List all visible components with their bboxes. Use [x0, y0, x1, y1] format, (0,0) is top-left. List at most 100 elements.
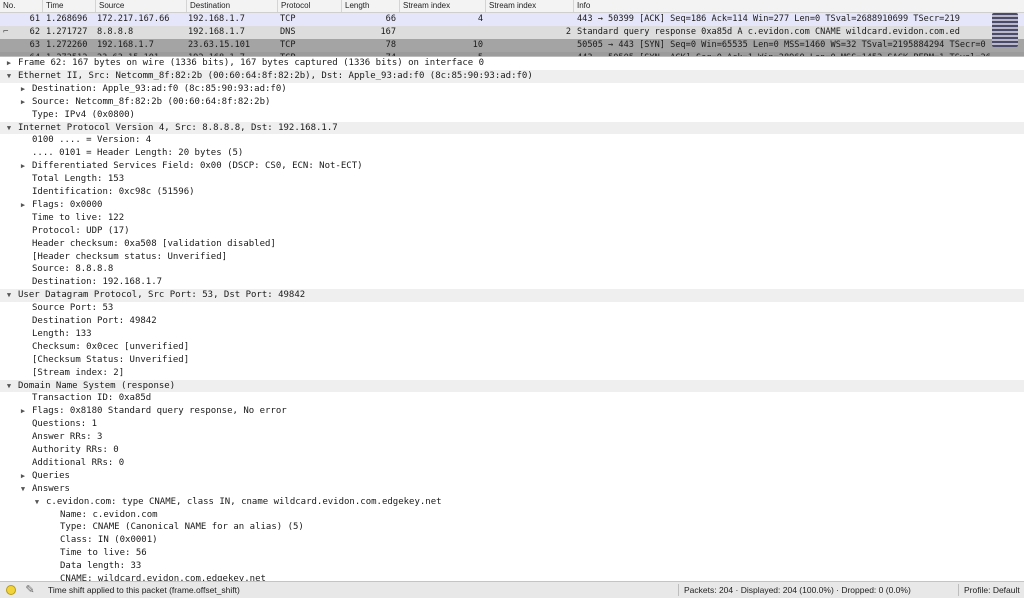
- expand-arrow-icon[interactable]: ▶: [18, 96, 28, 109]
- tree-item[interactable]: Total Length: 153: [0, 173, 1024, 186]
- column-header-length[interactable]: Length: [341, 0, 399, 12]
- tree-item[interactable]: ▶ Destination: Apple_93:ad:f0 (8c:85:90:9…: [0, 83, 1024, 96]
- collapse-arrow-icon[interactable]: ▼: [32, 496, 42, 509]
- tree-item[interactable]: 0100 .... = Version: 4: [0, 134, 1024, 147]
- expand-arrow-icon[interactable]: ▶: [18, 199, 28, 212]
- tree-item[interactable]: Class: IN (0x0001): [0, 534, 1024, 547]
- packet-cell-time: 1.271727: [46, 27, 88, 37]
- tree-item-text: Ethernet II, Src: Netcomm_8f:82:2b (00:6…: [18, 70, 533, 81]
- collapse-arrow-icon[interactable]: ▼: [4, 70, 14, 83]
- expand-arrow-icon[interactable]: ▶: [18, 470, 28, 483]
- tree-item[interactable]: Data length: 33: [0, 560, 1024, 573]
- tree-item[interactable]: Header checksum: 0xa508 [validation disa…: [0, 238, 1024, 251]
- tree-item[interactable]: Checksum: 0x0cec [unverified]: [0, 341, 1024, 354]
- tree-item[interactable]: Destination: 192.168.1.7: [0, 276, 1024, 289]
- tree-item[interactable]: Additional RRs: 0: [0, 457, 1024, 470]
- tree-item[interactable]: Answer RRs: 3: [0, 431, 1024, 444]
- profile-selector[interactable]: Profile: Default: [964, 582, 1020, 598]
- packet-cell-len: 78: [385, 40, 396, 50]
- tree-item-text: [Checksum Status: Unverified]: [32, 354, 190, 365]
- status-message: Time shift applied to this packet (frame…: [48, 585, 240, 595]
- status-bar: ✎ Time shift applied to this packet (fra…: [0, 581, 1024, 598]
- column-header-protocol[interactable]: Protocol: [277, 0, 341, 12]
- packet-list-scrollbar[interactable]: [992, 13, 1018, 47]
- packet-list[interactable]: No. Time Source Destination Protocol Len…: [0, 0, 1024, 57]
- tree-item[interactable]: ▶ Flags: 0x0000: [0, 199, 1024, 212]
- column-header-no[interactable]: No.: [0, 0, 42, 12]
- packet-row[interactable]: ⌐ 62 1.271727 8.8.8.8 192.168.1.7 DNS 167 2 Stan…: [0, 26, 1024, 39]
- tree-item[interactable]: ▼ c.evidon.com: type CNAME, class IN, cna…: [0, 496, 1024, 509]
- tree-item[interactable]: .... 0101 = Header Length: 20 bytes (5): [0, 147, 1024, 160]
- tree-section-header[interactable]: ▼ Internet Protocol Version 4, Src: 8.8.8…: [0, 121, 1024, 135]
- packet-cell-src: 172.217.167.66: [97, 14, 170, 24]
- tree-item[interactable]: Time to live: 122: [0, 212, 1024, 225]
- packet-cell-stream1: 10: [472, 40, 483, 50]
- tree-item[interactable]: ▶ Queries: [0, 470, 1024, 483]
- tree-item[interactable]: ▶ Frame 62: 167 bytes on wire (1336 bits)…: [0, 57, 1024, 70]
- expand-arrow-icon[interactable]: ▶: [18, 160, 28, 173]
- packet-list-header: No. Time Source Destination Protocol Len…: [0, 0, 1024, 13]
- expand-arrow-icon[interactable]: ▶: [18, 83, 28, 96]
- tree-item[interactable]: ▶ Differentiated Services Field: 0x00 (DS…: [0, 160, 1024, 173]
- tree-item[interactable]: Protocol: UDP (17): [0, 225, 1024, 238]
- tree-item-text: Total Length: 153: [32, 174, 125, 185]
- tree-item-text: Source: Netcomm_8f:82:2b (00:60:64:8f:82…: [32, 96, 271, 107]
- collapse-arrow-icon[interactable]: ▼: [4, 289, 14, 302]
- tree-item[interactable]: Name: c.evidon.com: [0, 509, 1024, 522]
- tree-item[interactable]: [Stream index: 2]: [0, 367, 1024, 380]
- tree-item-text: Name: c.evidon.com: [60, 509, 158, 520]
- collapse-arrow-icon[interactable]: ▼: [18, 483, 28, 496]
- tree-item-text: Identification: 0xc98c (51596): [32, 187, 195, 197]
- tree-item-text: c.evidon.com: type CNAME, class IN, cnam…: [46, 496, 442, 507]
- collapse-arrow-icon[interactable]: ▼: [4, 380, 14, 393]
- packet-cell-time: 1.268696: [46, 14, 88, 24]
- column-header-time[interactable]: Time: [42, 0, 95, 12]
- tree-item[interactable]: Length: 133: [0, 328, 1024, 341]
- packet-row[interactable]: 61 1.268696 172.217.167.66 192.168.1.7 TCP 66…: [0, 13, 1024, 26]
- tree-section-header[interactable]: ▼ User Datagram Protocol, Src Port: 53, D…: [0, 289, 1024, 303]
- tree-item[interactable]: [Checksum Status: Unverified]: [0, 354, 1024, 367]
- collapse-arrow-icon[interactable]: ▼: [4, 122, 14, 135]
- tree-item[interactable]: Questions: 1: [0, 418, 1024, 431]
- tree-item[interactable]: [Header checksum status: Unverified]: [0, 251, 1024, 264]
- tree-item[interactable]: Source Port: 53: [0, 302, 1024, 315]
- column-header-destination[interactable]: Destination: [186, 0, 277, 12]
- tree-item[interactable]: Authority RRs: 0: [0, 444, 1024, 457]
- tree-item-text: Differentiated Services Field: 0x00 (DSC…: [32, 161, 363, 172]
- tree-section-header[interactable]: ▼ Ethernet II, Src: Netcomm_8f:82:2b (00:…: [0, 69, 1024, 83]
- tree-item[interactable]: Type: CNAME (Canonical NAME for an alias…: [0, 521, 1024, 534]
- tree-item-text: Type: IPv4 (0x0800): [32, 109, 135, 120]
- tree-item[interactable]: Time to live: 56: [0, 547, 1024, 560]
- packet-cell-stream1: 4: [477, 14, 483, 24]
- packet-details-tree[interactable]: ▶ Frame 62: 167 bytes on wire (1336 bits)…: [0, 57, 1024, 581]
- packet-comment-icon[interactable]: ✎: [24, 584, 36, 596]
- expand-arrow-icon[interactable]: ▶: [18, 405, 28, 418]
- tree-item-text: Transaction ID: 0xa85d: [32, 393, 152, 404]
- tree-item-text: Data length: 33: [60, 561, 142, 572]
- packet-cell-stream2: [485, 13, 571, 26]
- tree-item[interactable]: Destination Port: 49842: [0, 315, 1024, 328]
- tree-item[interactable]: ▶ Flags: 0x8180 Standard query response, …: [0, 405, 1024, 418]
- tree-item-text: [Stream index: 2]: [32, 367, 125, 378]
- tree-item[interactable]: ▶ Source: Netcomm_8f:82:2b (00:60:64:8f:8…: [0, 96, 1024, 109]
- tree-section-header[interactable]: ▼ Domain Name System (response): [0, 379, 1024, 393]
- tree-item[interactable]: Identification: 0xc98c (51596): [0, 186, 1024, 199]
- column-header-info[interactable]: Info: [573, 0, 1024, 12]
- tree-item-text: User Datagram Protocol, Src Port: 53, Ds…: [18, 290, 306, 301]
- column-header-source[interactable]: Source: [95, 0, 186, 12]
- packet-row[interactable]: 63 1.272260 192.168.1.7 23.63.15.101 TCP 78 10…: [0, 39, 1024, 52]
- tree-item[interactable]: Type: IPv4 (0x0800): [0, 109, 1024, 122]
- tree-item[interactable]: Source: 8.8.8.8: [0, 263, 1024, 276]
- tree-item[interactable]: CNAME: wildcard.evidon.com.edgekey.net: [0, 573, 1024, 581]
- expert-info-icon[interactable]: [6, 585, 16, 595]
- expand-arrow-icon[interactable]: ▶: [4, 57, 14, 70]
- tree-item[interactable]: ▼ Answers: [0, 483, 1024, 496]
- column-header-stream-index[interactable]: Stream index: [399, 0, 485, 12]
- tree-item-text: Internet Protocol Version 4, Src: 8.8.8.…: [18, 122, 338, 133]
- packet-cell-dst: 23.63.15.101: [188, 40, 251, 50]
- tree-item-text: [Header checksum status: Unverified]: [32, 251, 228, 262]
- tree-item-text: Time to live: 56: [60, 548, 147, 559]
- column-header-stream-index-2[interactable]: Stream index: [485, 0, 573, 12]
- tree-item[interactable]: Transaction ID: 0xa85d: [0, 392, 1024, 405]
- packet-cell-no: 63: [29, 40, 40, 50]
